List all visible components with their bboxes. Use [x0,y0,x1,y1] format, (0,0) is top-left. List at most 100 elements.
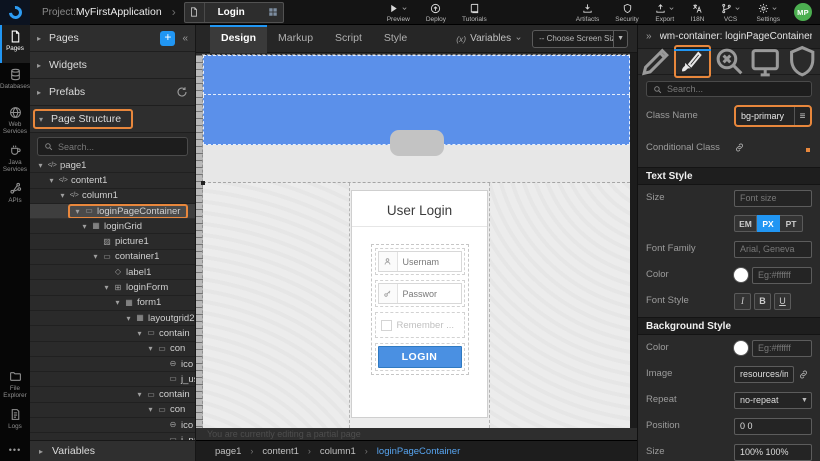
variables-menu[interactable]: (x) Variables [456,33,522,44]
breadcrumb-item-loginPageContainer[interactable]: loginPageContainer [377,446,460,457]
section-pages[interactable]: ▸ Pages + « [30,25,195,52]
editor-tab-design[interactable]: Design [210,25,267,53]
activity-item-file-explorer[interactable]: File Explorer [0,365,30,403]
font-family-input[interactable] [734,241,812,258]
settings-button[interactable]: Settings [749,0,789,25]
section-page-structure[interactable]: ▾ Page Structure [30,106,195,133]
font-style-button-u[interactable]: U [774,293,791,310]
add-page-button[interactable]: + [160,31,175,46]
font-style-button-b[interactable]: B [754,293,771,310]
bind-link-icon[interactable] [798,369,809,380]
bg-image-input[interactable] [734,366,794,383]
class-name-input[interactable] [736,107,794,125]
remember-me-checkbox[interactable] [381,320,392,331]
username-input[interactable] [398,252,461,271]
activity-item-databases[interactable]: Databases [0,63,30,101]
tree-item-contain[interactable]: ▾▭contain [30,326,195,341]
preview-button[interactable]: Preview [379,0,418,25]
tree-item-contain[interactable]: ▾▭contain [30,387,195,402]
tree-item-loginGrid[interactable]: ▾▦loginGrid [30,219,195,234]
unit-button-em[interactable]: EM [734,215,757,232]
class-list-icon[interactable]: ≡ [794,107,810,125]
editor-tab-markup[interactable]: Markup [267,25,324,53]
inspector-search-input[interactable] [667,84,805,94]
chevron-down-icon[interactable]: ▾ [134,390,145,399]
tree-item-ico[interactable]: ⊖ico [30,418,195,433]
tree-search-input[interactable] [58,142,181,152]
font-style-button-i[interactable]: I [734,293,751,310]
breadcrumb-item-column1[interactable]: column1 [320,446,356,457]
tree-item-page1[interactable]: ▾</>page1 [30,158,195,173]
bg-color-swatch[interactable] [734,341,748,355]
tree-item-loginForm[interactable]: ▾⊞loginForm [30,280,195,295]
activity-item-web-services[interactable]: Web Services [0,101,30,139]
tree-item-content1[interactable]: ▾</>content1 [30,173,195,188]
screen-size-select[interactable]: -- Choose Screen Size -- ▼ [532,30,628,48]
bg-size-input[interactable] [734,444,812,461]
bg-repeat-select[interactable]: no-repeat ▼ [734,392,812,409]
page-tab-login[interactable]: Login [184,2,284,23]
tree-item-label1[interactable]: ◇label1 [30,265,195,280]
login-form[interactable]: Remember ... LOGIN [371,244,469,375]
activity-item-pages[interactable]: Pages [0,25,30,63]
inspector-tab-styles[interactable] [674,49,710,74]
bg-position-input[interactable] [734,418,812,435]
tree-item-layoutgrid2[interactable]: ▾▦layoutgrid2 [30,311,195,326]
activity-item-apis[interactable]: APIs [0,177,30,215]
canvas-right-column[interactable] [489,183,630,428]
chevron-down-icon[interactable]: ▾ [46,176,57,185]
chevron-down-icon[interactable]: ▾ [145,344,156,353]
unit-button-pt[interactable]: PT [780,215,803,232]
canvas-scrollbar-gutter[interactable] [630,53,637,428]
login-button[interactable]: LOGIN [378,346,462,368]
tree-item-j_pa[interactable]: ▭j_pa [30,433,195,440]
username-field-row[interactable] [375,248,465,275]
tree-item-picture1[interactable]: ▨picture1 [30,234,195,249]
inspector-tab-markup-props[interactable] [638,49,674,74]
section-prefabs[interactable]: ▸ Prefabs [30,79,195,106]
tree-item-column1[interactable]: ▾</>column1 [30,189,195,204]
chevron-down-icon[interactable]: ▾ [57,191,68,200]
login-page-container-header[interactable] [203,55,630,95]
chevron-down-icon[interactable]: ▾ [134,329,145,338]
text-color-input[interactable] [752,267,812,284]
tree-item-ico[interactable]: ⊖ico [30,357,195,372]
chevron-down-icon[interactable]: ▾ [123,314,134,323]
chevron-down-icon[interactable]: ▾ [101,283,112,292]
password-field-row[interactable] [375,280,465,307]
activity-overflow[interactable]: ••• [0,441,30,461]
tree-item-container1[interactable]: ▾▭container1 [30,250,195,265]
tree-item-con[interactable]: ▾▭con [30,403,195,418]
unit-button-px[interactable]: PX [757,215,780,232]
inspector-tab-inspect[interactable] [711,49,747,74]
deploy-button[interactable]: Deploy [418,0,454,25]
editor-tab-style[interactable]: Style [373,25,418,53]
tree-item-j_us[interactable]: ▭j_us [30,372,195,387]
avatar[interactable]: MP [794,3,812,21]
i18n-button[interactable]: I18N [683,0,713,25]
collapse-panel-icon[interactable]: « [182,33,188,44]
activity-item-java-services[interactable]: Java Services [0,139,30,177]
chevron-down-icon[interactable]: ▾ [79,222,90,231]
variables-section[interactable]: ▸ Variables [30,440,195,461]
inspector-tab-device[interactable] [747,49,783,74]
vcs-button[interactable]: VCS [713,0,749,25]
refresh-icon[interactable] [176,86,188,98]
chevron-down-icon[interactable]: ▾ [72,207,83,216]
activity-item-logs[interactable]: Logs [0,403,30,441]
picture-placeholder[interactable] [390,130,444,156]
chevron-down-icon[interactable]: ▾ [90,252,101,261]
bind-link-icon[interactable] [734,142,745,153]
chevron-down-icon[interactable]: ▾ [35,161,46,170]
export-button[interactable]: Export [647,0,683,25]
password-input[interactable] [398,284,461,303]
collapse-panel-icon[interactable]: » [646,31,652,42]
chevron-down-icon[interactable]: ▾ [112,298,123,307]
breadcrumb-item-content1[interactable]: content1 [262,446,298,457]
remember-me-row[interactable]: Remember ... [375,312,465,338]
editor-tab-script[interactable]: Script [324,25,373,53]
text-color-swatch[interactable] [734,268,748,282]
artifacts-button[interactable]: Artifacts [568,0,607,25]
canvas-page[interactable]: User Login [203,55,630,428]
chevron-down-icon[interactable]: ▾ [145,405,156,414]
